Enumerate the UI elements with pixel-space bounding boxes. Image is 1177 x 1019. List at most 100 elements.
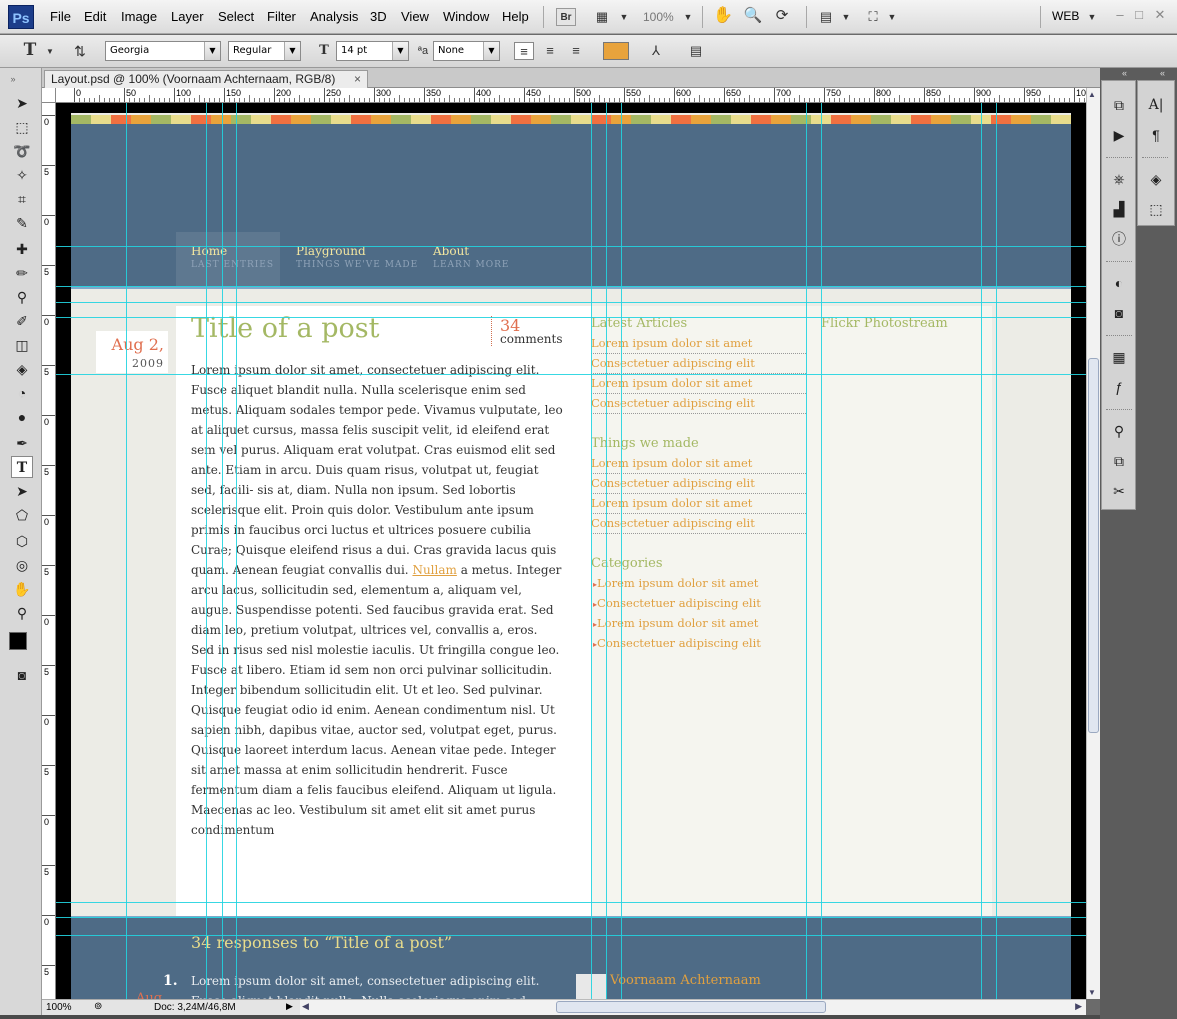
nav-about[interactable]: About LEARN MORE — [433, 244, 510, 270]
rotate-view-icon[interactable]: ⟳ — [772, 7, 792, 25]
horizontal-scroll-thumb[interactable] — [556, 1001, 826, 1013]
menu-file[interactable]: File — [50, 9, 71, 24]
navigator-panel-icon[interactable]: ⎈ — [1108, 169, 1130, 189]
chevron-down-icon[interactable]: ▼ — [836, 8, 856, 26]
hand-tool-icon[interactable]: ✋ — [11, 578, 33, 600]
3d-orbit-tool-icon[interactable]: ◎ — [11, 554, 33, 576]
menu-3d[interactable]: 3D — [370, 9, 387, 24]
zoom-icon[interactable]: 🔍 — [743, 7, 763, 25]
menu-image[interactable]: Image — [121, 9, 157, 24]
layers-panel-icon[interactable]: ◈ — [1145, 169, 1167, 189]
horizontal-ruler[interactable]: 0 50 100 150 200 250 300 350 400 450 500 550 600 650 7… — [56, 88, 1086, 103]
latest-article-link[interactable]: Consectetuer adipiscing elit — [591, 394, 806, 414]
status-icon[interactable]: ⊚ — [94, 1001, 102, 1012]
masks-panel-icon[interactable]: ◙ — [1108, 303, 1130, 323]
collapse-icon[interactable]: » — [2, 68, 24, 90]
scroll-left-icon[interactable]: ◀ — [302, 1001, 309, 1012]
swatches-panel-icon[interactable]: ▦ — [1108, 347, 1130, 367]
clone-stamp-tool-icon[interactable]: ⚲ — [11, 286, 33, 308]
latest-article-link[interactable]: Consectetuer adipiscing elit — [591, 354, 806, 374]
inline-link[interactable]: Nullam — [412, 563, 456, 577]
arrange-documents-icon[interactable]: ▤ — [816, 8, 836, 26]
history-brush-tool-icon[interactable]: ✐ — [11, 310, 33, 332]
styles-panel-icon[interactable]: ƒ — [1108, 377, 1130, 397]
category-link[interactable]: ▸Lorem ipsum dolor sit amet — [593, 616, 758, 630]
screen-mode-icon[interactable]: ⛶ — [863, 8, 883, 26]
move-tool-icon[interactable]: ➤ — [11, 92, 33, 114]
warp-text-icon[interactable]: ⅄ — [646, 42, 666, 60]
eraser-tool-icon[interactable]: ◫ — [11, 334, 33, 356]
vertical-ruler[interactable]: 0 5 0 5 0 5 0 5 0 5 0 5 0 5 0 5 0 5 — [42, 103, 56, 999]
marquee-tool-icon[interactable]: ⬚ — [11, 116, 33, 138]
blur-tool-icon[interactable]: ◔ — [11, 382, 33, 404]
paint-bucket-tool-icon[interactable]: ◈ — [11, 358, 33, 380]
zoom-level[interactable]: 100% — [643, 10, 674, 24]
info-panel-icon[interactable]: ⓘ — [1108, 229, 1130, 249]
font-size-select[interactable]: 14 pt ▼ — [336, 41, 409, 61]
status-zoom[interactable]: 100% — [46, 1002, 72, 1013]
menu-layer[interactable]: Layer — [171, 9, 204, 24]
maximize-icon[interactable]: □ — [1129, 6, 1149, 24]
tool-presets-panel-icon[interactable]: ✂ — [1108, 481, 1130, 501]
nav-home[interactable]: Home LAST ENTRIES — [191, 244, 274, 270]
crop-tool-icon[interactable]: ⌗ — [11, 188, 33, 210]
eyedropper-tool-icon[interactable]: ✎ — [11, 212, 33, 234]
chevron-down-icon[interactable]: ▼ — [614, 8, 634, 26]
path-selection-tool-icon[interactable]: ➤ — [11, 480, 33, 502]
menu-view[interactable]: View — [401, 9, 429, 24]
shape-tool-icon[interactable]: ⬠ — [11, 504, 33, 526]
close-icon[interactable]: ✕ — [1150, 6, 1170, 24]
collapse-dock-icon[interactable]: « — [1122, 68, 1127, 78]
chevron-down-icon[interactable]: ▼ — [1082, 8, 1102, 26]
hand-icon[interactable]: ✋ — [713, 7, 733, 25]
brush-tool-icon[interactable]: ✏ — [11, 262, 33, 284]
horizontal-scrollbar[interactable]: ◀ ▶ — [300, 999, 1086, 1015]
text-color-swatch[interactable] — [603, 42, 629, 60]
actions-panel-icon[interactable]: ▶ — [1108, 125, 1130, 145]
latest-article-link[interactable]: Lorem ipsum dolor sit amet — [591, 334, 806, 354]
chevron-down-icon[interactable]: ▼ — [40, 43, 60, 61]
status-menu-icon[interactable]: ▶ — [286, 1001, 293, 1012]
canvas[interactable]: Home LAST ENTRIES Playground THINGS WE'VE … — [56, 103, 1086, 999]
antialias-select[interactable]: None ▼ — [433, 41, 500, 61]
made-link[interactable]: Lorem ipsum dolor sit amet — [591, 494, 806, 514]
healing-brush-tool-icon[interactable]: ✚ — [11, 238, 33, 260]
chevron-down-icon[interactable]: ▼ — [882, 8, 902, 26]
latest-article-link[interactable]: Lorem ipsum dolor sit amet — [591, 374, 806, 394]
scroll-right-icon[interactable]: ▶ — [1075, 1001, 1082, 1012]
character-panel-icon[interactable]: ▤ — [686, 42, 706, 60]
paragraph-panel-icon[interactable]: ¶ — [1145, 125, 1167, 145]
nav-playground[interactable]: Playground THINGS WE'VE MADE — [296, 244, 418, 270]
scroll-up-icon[interactable]: ▲ — [1088, 90, 1096, 99]
category-link[interactable]: ▸Lorem ipsum dolor sit amet — [593, 576, 758, 590]
magic-wand-tool-icon[interactable]: ✧ — [11, 164, 33, 186]
align-center-icon[interactable]: ≡ — [540, 42, 560, 60]
scroll-down-icon[interactable]: ▼ — [1088, 988, 1096, 997]
zoom-tool-icon[interactable]: ⚲ — [11, 602, 33, 624]
history-panel-icon[interactable]: ⧉ — [1108, 95, 1130, 115]
menu-select[interactable]: Select — [218, 9, 254, 24]
3d-rotate-tool-icon[interactable]: ⬡ — [11, 530, 33, 552]
adjustments-panel-icon[interactable]: ◐ — [1108, 273, 1130, 293]
menu-analysis[interactable]: Analysis — [310, 9, 358, 24]
category-link[interactable]: ▸Consectetuer adipiscing elit — [593, 596, 761, 610]
made-link[interactable]: Consectetuer adipiscing elit — [591, 514, 806, 534]
font-family-select[interactable]: Georgia ▼ — [105, 41, 221, 61]
paths-panel-icon[interactable]: ⬚ — [1145, 199, 1167, 219]
font-style-select[interactable]: Regular ▼ — [228, 41, 301, 61]
close-tab-icon[interactable]: × — [354, 72, 361, 86]
quick-mask-icon[interactable]: ◙ — [11, 664, 33, 686]
type-tool-icon[interactable]: T — [11, 456, 33, 478]
filmstrip-icon[interactable]: ▦ — [592, 8, 612, 26]
minimize-icon[interactable]: – — [1110, 6, 1130, 24]
align-right-icon[interactable]: ≡ — [566, 42, 586, 60]
made-link[interactable]: Consectetuer adipiscing elit — [591, 474, 806, 494]
collapse-dock-icon[interactable]: « — [1160, 68, 1165, 78]
pen-tool-icon[interactable]: ✒ — [11, 432, 33, 454]
menu-filter[interactable]: Filter — [267, 9, 296, 24]
histogram-panel-icon[interactable]: ▟ — [1108, 199, 1130, 219]
category-link[interactable]: ▸Consectetuer adipiscing elit — [593, 636, 761, 650]
response-author[interactable]: Voornaam Achternaam — [610, 973, 761, 988]
type-tool-icon[interactable]: T — [20, 41, 40, 59]
menu-window[interactable]: Window — [443, 9, 489, 24]
